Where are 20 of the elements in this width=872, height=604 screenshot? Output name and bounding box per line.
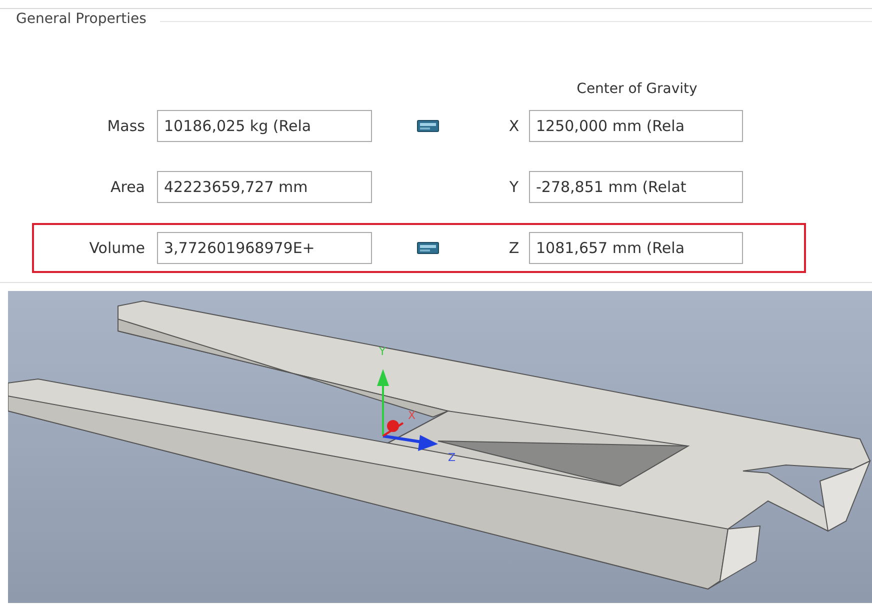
axis-triad-icon: [377, 369, 438, 451]
field-label: Mass: [106, 117, 145, 135]
panel-title: General Properties: [16, 11, 146, 27]
input-field[interactable]: -278,851 mm (Relat: [529, 171, 743, 203]
axis-label: Z: [448, 451, 456, 464]
input-field[interactable]: 3,772601968979E+: [157, 232, 372, 264]
column-heading: Center of Gravity: [576, 81, 698, 99]
calculator-icon[interactable]: [417, 120, 439, 132]
axis-label: X: [408, 409, 416, 422]
field-label: Area: [109, 178, 145, 196]
axis-label: Y: [508, 178, 520, 196]
axis-label: Z: [508, 239, 520, 257]
input-field[interactable]: 42223659,727 mm: [157, 171, 372, 203]
field-label: Volume: [88, 239, 145, 257]
calculator-icon[interactable]: [417, 242, 439, 254]
axis-label: X: [508, 117, 520, 135]
input-field[interactable]: 10186,025 kg (Rela: [157, 110, 372, 142]
input-field[interactable]: 1081,657 mm (Rela: [529, 232, 743, 264]
axis-label: Y: [379, 345, 386, 358]
input-field[interactable]: 1250,000 mm (Rela: [529, 110, 743, 142]
